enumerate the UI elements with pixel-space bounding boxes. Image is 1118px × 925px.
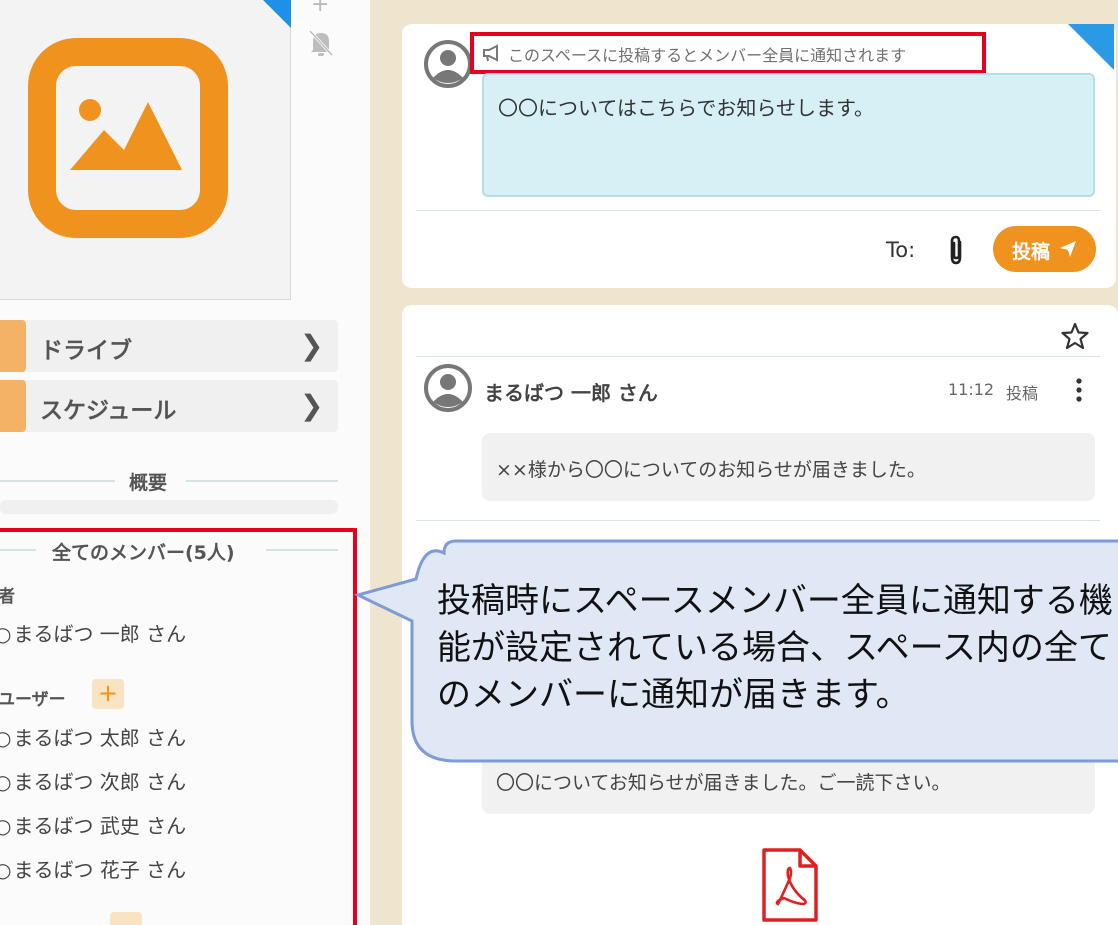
- member-name: まるばつ 太郎 さん: [13, 726, 187, 750]
- member-user[interactable]: ○ まるばつ 次郎 さん: [0, 766, 186, 795]
- post-kind: 投稿: [1006, 384, 1039, 403]
- divider: [416, 210, 1100, 211]
- send-icon: [1060, 241, 1076, 257]
- divider: [0, 480, 115, 482]
- notify-all-notice: このスペースに投稿するとメンバー全員に通知されます: [508, 46, 907, 65]
- member-admin[interactable]: ○ まるばつ 一郎 さん: [0, 618, 186, 647]
- add-group-button[interactable]: [110, 912, 142, 925]
- post-message: 〇〇についてお知らせが届きました。ご一読下さい。: [496, 772, 951, 794]
- overview-heading: 概要: [129, 472, 168, 494]
- divider: [266, 549, 338, 551]
- divider: [0, 549, 36, 551]
- member-name: まるばつ 花子 さん: [13, 858, 187, 882]
- post-time: 11:12: [948, 380, 995, 399]
- divider: [186, 480, 338, 482]
- admin-group-label: 者: [0, 587, 15, 607]
- megaphone-icon: [483, 44, 498, 62]
- image-placeholder-icon: [28, 38, 228, 238]
- post-button[interactable]: 投稿: [993, 226, 1096, 272]
- post-author[interactable]: まるばつ 一郎 さん: [484, 377, 658, 406]
- paperclip-icon[interactable]: [946, 234, 966, 266]
- divider: [416, 356, 1100, 357]
- member-user[interactable]: ○ まるばつ 武史 さん: [0, 810, 186, 839]
- member-name: まるばつ 武史 さん: [13, 814, 187, 838]
- chevron-right-icon: ❯: [300, 329, 324, 362]
- corner-flag: [263, 0, 291, 28]
- nav-schedule[interactable]: スケジュール ❯: [0, 380, 338, 432]
- overview-content: [0, 500, 338, 514]
- member-user[interactable]: ○ まるばつ 太郎 さん: [0, 722, 186, 751]
- nav-drive[interactable]: ドライブ ❯: [0, 320, 338, 372]
- divider: [416, 520, 1100, 521]
- to-label[interactable]: To:: [886, 238, 915, 262]
- member-name: まるばつ 一郎 さん: [13, 622, 187, 646]
- user-group-label: ユーザー: [0, 690, 66, 710]
- schedule-icon: [0, 380, 26, 432]
- corner-flag: [1068, 24, 1114, 70]
- add-user-button[interactable]: +: [92, 679, 124, 709]
- nav-schedule-label: スケジュール: [40, 398, 177, 424]
- avatar-icon: [424, 40, 472, 88]
- pdf-file-icon[interactable]: [760, 848, 818, 922]
- chevron-right-icon: ❯: [300, 389, 324, 422]
- bell-off-icon[interactable]: [307, 28, 335, 58]
- more-menu-icon[interactable]: [1069, 375, 1089, 405]
- nav-drive-label: ドライブ: [40, 338, 132, 364]
- avatar-icon: [424, 364, 472, 412]
- message-input-value: 〇〇についてはこちらでお知らせします。: [498, 96, 874, 120]
- member-name: まるばつ 次郎 さん: [13, 770, 187, 794]
- star-icon[interactable]: [1060, 321, 1090, 351]
- members-heading: 全てのメンバー(5人): [50, 538, 237, 565]
- add-icon[interactable]: +: [311, 0, 329, 17]
- drive-icon: [0, 320, 26, 372]
- member-user[interactable]: ○ まるばつ 花子 さん: [0, 854, 186, 883]
- callout-text: 投稿時にスペースメンバー全員に通知する機能が設定されている場合、スペース内の全て…: [437, 581, 1113, 715]
- post-message: ××様から〇〇についてのお知らせが届きました。: [496, 459, 926, 481]
- post-button-label: 投稿: [1012, 241, 1051, 263]
